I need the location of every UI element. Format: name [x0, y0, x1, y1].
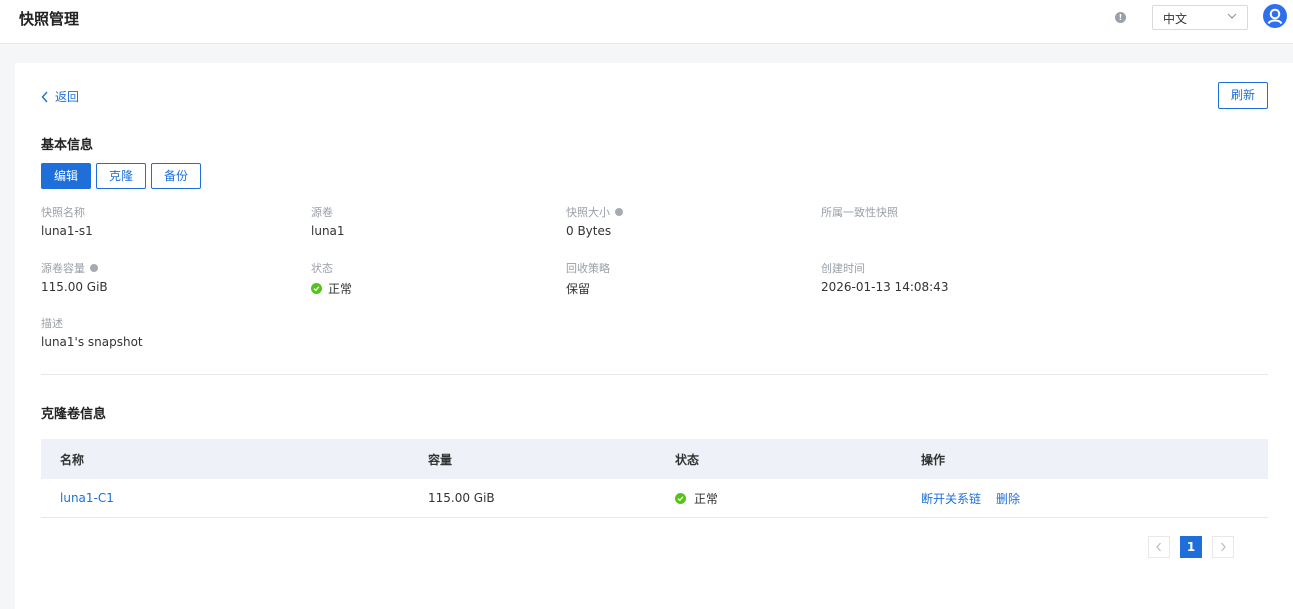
- field-label: 快照名称: [41, 206, 85, 219]
- field-recycle-policy: 回收策略 保留: [566, 261, 610, 297]
- section-divider: [41, 374, 1268, 375]
- page-number-button[interactable]: 1: [1180, 536, 1202, 558]
- refresh-button[interactable]: 刷新: [1218, 82, 1268, 109]
- clone-info-title: 克隆卷信息: [41, 407, 107, 422]
- pagination: 1: [1148, 536, 1234, 558]
- clone-volume-table: 名称 容量 状态 操作 luna1-C1 115.00 GiB 正常 断开关系链…: [41, 439, 1268, 518]
- field-status: 状态 正常: [311, 261, 352, 297]
- field-label: 状态: [311, 262, 333, 275]
- field-snapshot-name: 快照名称 luna1-s1: [41, 205, 93, 238]
- field-value: luna1-s1: [41, 224, 93, 238]
- help-icon[interactable]: [615, 208, 623, 216]
- back-link[interactable]: 返回: [41, 88, 79, 105]
- field-value: 正常: [311, 280, 352, 297]
- chevron-down-icon: [1227, 13, 1237, 19]
- chevron-right-icon: [1221, 542, 1226, 552]
- table-header: 名称 容量 状态 操作: [41, 439, 1268, 479]
- field-consistency-group: 所属一致性快照: [821, 205, 898, 224]
- field-value: 2026-01-13 14:08:43: [821, 280, 949, 294]
- edit-button[interactable]: 编辑: [41, 163, 92, 189]
- success-check-icon: [675, 492, 686, 504]
- field-created-at: 创建时间 2026-01-13 14:08:43: [821, 261, 948, 294]
- column-header-capacity: 容量: [428, 452, 453, 467]
- top-bar: 快照管理 ! 中文: [0, 0, 1293, 44]
- volume-name-link[interactable]: luna1-C1: [41, 491, 428, 505]
- field-label: 回收策略: [566, 262, 610, 275]
- user-avatar-icon[interactable]: [1263, 4, 1287, 28]
- field-label-text: 快照大小: [566, 206, 610, 219]
- status-text: 正常: [328, 282, 353, 296]
- column-header-name: 名称: [60, 452, 85, 467]
- chevron-left-icon: [1156, 542, 1161, 552]
- field-source-volume: 源卷 luna1: [311, 205, 345, 238]
- basic-info-title: 基本信息: [41, 138, 94, 153]
- detail-card: 返回 刷新 基本信息 编辑 克隆 备份 快照名称 luna1-s1 源卷 lun…: [15, 63, 1293, 609]
- language-value: 中文: [1163, 12, 1188, 26]
- back-label: 返回: [55, 90, 80, 104]
- column-header-ops: 操作: [921, 452, 946, 467]
- column-header-status: 状态: [675, 452, 700, 467]
- notification-icon[interactable]: !: [1115, 12, 1126, 23]
- row-actions: 断开关系链 删除: [921, 490, 1268, 507]
- help-icon[interactable]: [90, 264, 98, 272]
- chevron-left-icon: [41, 91, 48, 102]
- backup-button[interactable]: 备份: [151, 163, 202, 189]
- table-row: luna1-C1 115.00 GiB 正常 断开关系链 删除: [41, 479, 1268, 518]
- field-label-text: 源卷容量: [41, 262, 85, 275]
- unlink-button[interactable]: 断开关系链: [921, 490, 981, 507]
- delete-button[interactable]: 删除: [996, 490, 1020, 507]
- field-label: 源卷容量: [41, 261, 108, 275]
- prev-page-button[interactable]: [1148, 536, 1170, 558]
- success-check-icon: [311, 283, 322, 294]
- clone-button[interactable]: 克隆: [96, 163, 147, 189]
- field-value: luna1's snapshot: [41, 335, 143, 349]
- language-select[interactable]: 中文: [1152, 5, 1248, 30]
- field-description: 描述 luna1's snapshot: [41, 316, 143, 349]
- field-value: 0 Bytes: [566, 224, 612, 238]
- volume-status: 正常: [675, 490, 921, 507]
- field-label: 源卷: [311, 206, 333, 219]
- field-label: 所属一致性快照: [821, 206, 898, 219]
- action-buttons: 编辑 克隆 备份: [41, 163, 202, 189]
- field-value: 115.00 GiB: [41, 280, 108, 294]
- status-text: 正常: [694, 491, 719, 506]
- next-page-button[interactable]: [1212, 536, 1234, 558]
- field-label: 描述: [41, 317, 63, 330]
- field-snapshot-size: 快照大小 0 Bytes: [566, 205, 623, 238]
- field-value: luna1: [311, 224, 345, 238]
- field-label: 创建时间: [821, 262, 865, 275]
- field-label: 快照大小: [566, 205, 623, 219]
- field-value: 保留: [566, 282, 591, 296]
- field-source-capacity: 源卷容量 115.00 GiB: [41, 261, 108, 294]
- volume-capacity: 115.00 GiB: [428, 491, 495, 505]
- page-title: 快照管理: [19, 10, 80, 28]
